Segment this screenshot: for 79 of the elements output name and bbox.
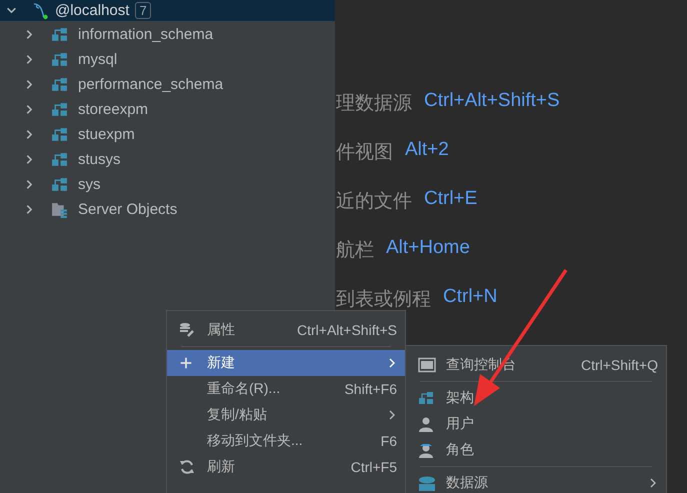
menu-item-label: 新建: [207, 354, 236, 372]
chevron-icon[interactable]: [24, 154, 35, 165]
plus-icon: [179, 356, 193, 370]
menu-item[interactable]: 数据源: [406, 470, 666, 493]
tree-item-label: performance_schema: [78, 76, 224, 93]
schema-icon: [51, 101, 68, 118]
hint-shortcut: Ctrl+E: [424, 188, 478, 210]
tree-item[interactable]: performance_schema: [0, 72, 335, 97]
tree-item-label: Server Objects: [78, 201, 178, 218]
menu-item[interactable]: 新建: [167, 350, 405, 376]
hint-label: 件视图: [336, 141, 393, 165]
hint-shortcut: Ctrl+N: [443, 286, 498, 308]
refresh-icon: [179, 459, 195, 475]
schema-icon: [51, 26, 68, 43]
chevron-icon[interactable]: [24, 29, 35, 40]
menu-shortcut: Ctrl+F5: [350, 459, 397, 475]
menu-item-label: 移动到文件夹...: [207, 432, 304, 450]
tree-root-row[interactable]: @localhost 7: [0, 0, 335, 21]
database-icon: [418, 475, 436, 491]
hint-label: 理数据源: [336, 92, 412, 116]
folder-icon: [51, 201, 68, 218]
tree-item[interactable]: Server Objects: [0, 197, 335, 222]
menu-item-label: 刷新: [207, 458, 236, 476]
tree-item-label: information_schema: [78, 26, 214, 43]
schema-icon: [51, 76, 68, 93]
menu-item-label: 复制/粘贴: [207, 406, 268, 424]
menu-item[interactable]: 架构: [406, 385, 666, 411]
chevron-icon[interactable]: [24, 104, 35, 115]
chevron-icon[interactable]: [24, 179, 35, 190]
chevron-icon[interactable]: [24, 129, 35, 140]
tree-item[interactable]: mysql: [0, 47, 335, 72]
menu-item-label: 重命名(R)...: [207, 380, 282, 398]
menu-item[interactable]: 角色: [406, 437, 666, 470]
menu-item-label: 角色: [446, 441, 475, 459]
user-icon: [418, 416, 434, 432]
schema-icon: [418, 390, 434, 406]
tree-item[interactable]: stuexpm: [0, 122, 335, 147]
menu-shortcut: Shift+F6: [344, 381, 397, 397]
menu-item[interactable]: 刷新 Ctrl+F5: [167, 454, 405, 480]
schema-icon: [51, 176, 68, 193]
user-hat-icon: [418, 442, 434, 458]
tree-item-label: mysql: [78, 51, 118, 68]
count-badge: 7: [135, 2, 151, 19]
chevron-icon[interactable]: [24, 79, 35, 90]
schema-icon: [51, 51, 68, 68]
menu-item[interactable]: 复制/粘贴: [167, 402, 405, 428]
menu-shortcut: Ctrl+Shift+Q: [580, 357, 658, 373]
tree-item-label: sys: [78, 176, 100, 193]
host-label: @localhost: [55, 2, 130, 19]
menu-item[interactable]: 用户: [406, 411, 666, 437]
menu-item[interactable]: 重命名(R)... Shift+F6: [167, 376, 405, 402]
hint-shortcut: Ctrl+Alt+Shift+S: [424, 90, 560, 112]
menu-item-label: 用户: [446, 415, 475, 433]
tree-item-label: stuexpm: [78, 126, 135, 143]
chevron-icon[interactable]: [24, 54, 35, 65]
hint-label: 到表或例程: [336, 288, 431, 312]
schema-icon: [51, 126, 68, 143]
menu-item-label: 数据源: [446, 474, 489, 492]
hint-label: 近的文件: [336, 190, 412, 214]
menu-item-label: 架构: [446, 389, 475, 407]
tree-item-label: stusys: [78, 151, 121, 168]
chevron-icon[interactable]: [24, 204, 35, 215]
menu-item[interactable]: 属性 Ctrl+Alt+Shift+S: [167, 317, 405, 350]
console-icon: [418, 357, 436, 373]
schema-icon: [51, 151, 68, 168]
tree-item[interactable]: information_schema: [0, 22, 335, 47]
hint-label: 航栏: [336, 239, 374, 263]
properties-icon: [179, 322, 195, 338]
hint-shortcut: Alt+Home: [386, 237, 470, 259]
menu-shortcut: Ctrl+Alt+Shift+S: [297, 322, 397, 338]
tree-item-label: storeexpm: [78, 101, 148, 118]
tree-item[interactable]: stusys: [0, 147, 335, 172]
hint-shortcut: Alt+2: [405, 139, 449, 161]
tree-item[interactable]: storeexpm: [0, 97, 335, 122]
menu-shortcut: F6: [380, 433, 397, 449]
tree-item[interactable]: sys: [0, 172, 335, 197]
menu-item[interactable]: 移动到文件夹... F6: [167, 428, 405, 454]
chevron-icon[interactable]: [6, 5, 17, 16]
menu-item-label: 属性: [207, 321, 236, 339]
